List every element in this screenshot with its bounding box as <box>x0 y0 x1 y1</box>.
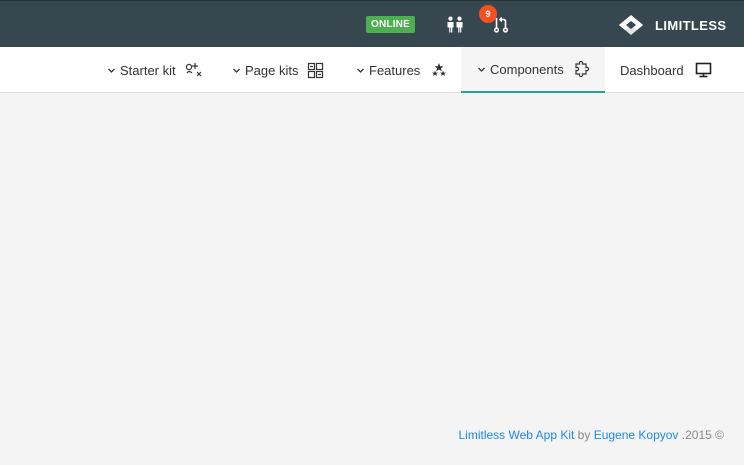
monitor-icon <box>695 62 711 78</box>
footer: Limitless Web App Kit by Eugene Kopyov .… <box>459 428 725 442</box>
author-link[interactable]: Eugene Kopyov <box>594 428 679 442</box>
nav-item-label: Dashboard <box>620 62 684 78</box>
product-link[interactable]: Limitless Web App Kit <box>459 428 575 442</box>
chevron-down-icon <box>357 68 364 73</box>
notification-count-badge: 9 <box>479 5 497 23</box>
nav-item-label: Features <box>369 62 421 78</box>
main-navbar: Starter kit Page kits Features Component… <box>0 47 744 93</box>
nav-item-dashboard[interactable]: Dashboard <box>620 47 712 93</box>
chevron-down-icon <box>108 68 115 73</box>
nav-item-label: Components <box>490 61 564 77</box>
chevron-down-icon <box>478 67 485 72</box>
footer-year-text: .2015 © <box>681 428 724 442</box>
users-icon[interactable] <box>446 16 464 33</box>
nav-item-page-kits[interactable]: Page kits <box>232 47 324 93</box>
brand-name: LIMITLESS <box>655 17 727 33</box>
limitless-logo-icon <box>619 15 643 35</box>
nav-item-label: Page kits <box>245 62 299 78</box>
top-navbar: ONLINE 9 LIMITLESS <box>0 0 744 47</box>
stars-icon <box>432 63 447 76</box>
magic-icon <box>185 63 202 77</box>
nav-item-features[interactable]: Features <box>356 47 447 93</box>
nav-item-components[interactable]: Components <box>461 47 605 93</box>
status-badge: ONLINE <box>366 16 415 33</box>
puzzle-icon <box>575 60 589 78</box>
brand[interactable]: LIMITLESS <box>619 13 727 37</box>
footer-by-text: by <box>577 428 591 442</box>
nav-item-label: Starter kit <box>120 62 176 78</box>
chevron-down-icon <box>233 68 240 73</box>
pages-icon <box>308 62 324 78</box>
nav-item-starter-kit[interactable]: Starter kit <box>107 47 203 93</box>
